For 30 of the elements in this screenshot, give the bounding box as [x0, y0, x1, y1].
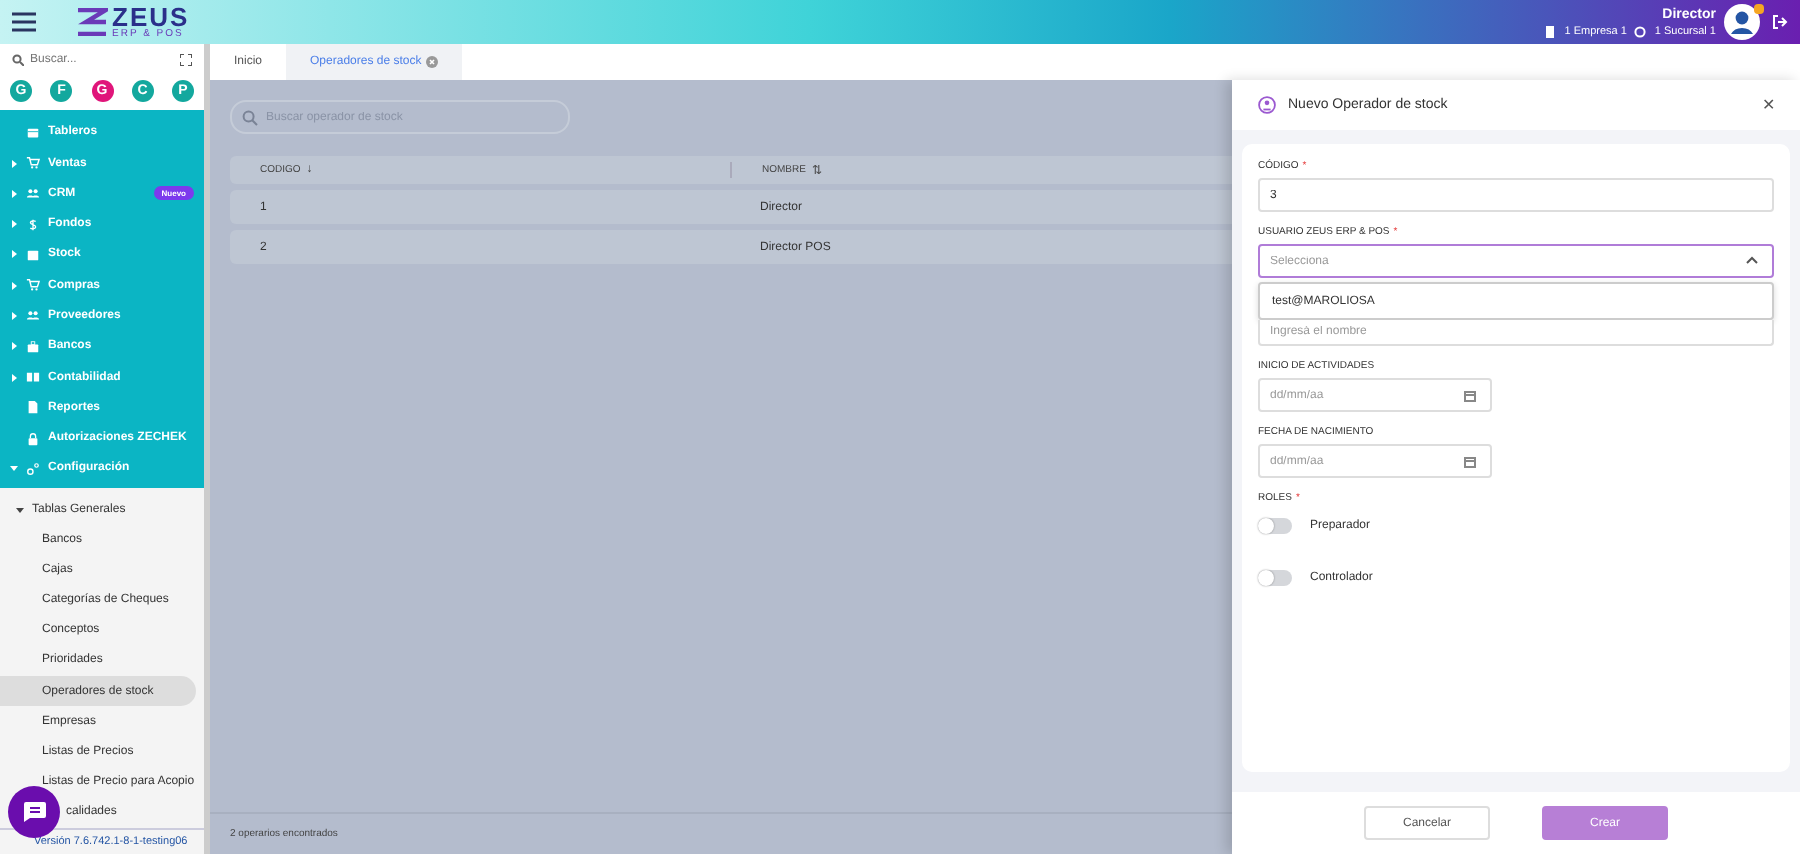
search-icon	[12, 53, 24, 66]
logout-icon[interactable]	[1772, 14, 1788, 30]
close-icon[interactable]	[425, 56, 438, 68]
logo-icon	[76, 8, 108, 36]
dollar-icon	[26, 217, 40, 232]
cart-icon	[26, 278, 40, 293]
toggle-switch[interactable]	[1258, 518, 1292, 534]
book-icon	[26, 370, 40, 385]
menu-icon[interactable]	[12, 12, 36, 32]
people-icon	[26, 308, 40, 323]
chevron-up-icon[interactable]	[1746, 256, 1758, 264]
briefcase-icon	[26, 339, 40, 354]
user-avatar[interactable]	[1724, 4, 1760, 40]
building-icon	[1544, 25, 1557, 37]
chat-icon	[23, 802, 45, 822]
calendar-icon[interactable]	[1464, 389, 1476, 401]
cart-icon	[26, 156, 40, 170]
box-icon	[26, 247, 40, 262]
document-icon	[26, 400, 40, 415]
chat-button[interactable]	[8, 786, 60, 838]
calendar-icon[interactable]	[1464, 455, 1476, 467]
lock-icon	[26, 431, 40, 446]
search-icon	[242, 109, 258, 125]
logo-text: ZEUS	[112, 4, 190, 30]
toggle-switch[interactable]	[1258, 570, 1292, 586]
gear-icon	[26, 461, 40, 476]
close-button[interactable]: ✕	[1762, 96, 1776, 114]
fullscreen-icon[interactable]	[180, 53, 192, 66]
people-icon	[26, 186, 40, 201]
person-icon	[1258, 96, 1276, 114]
